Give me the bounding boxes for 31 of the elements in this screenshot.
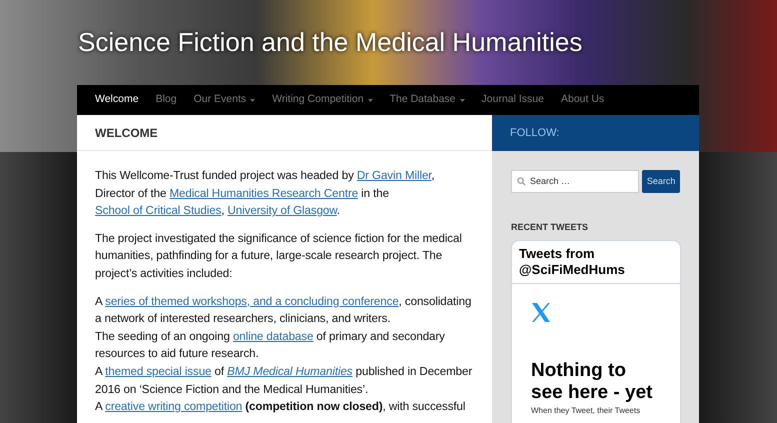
text-link[interactable]: series of themed workshops, and a concluding conference: [105, 294, 399, 308]
search-field[interactable]: Search …: [511, 170, 640, 193]
paragraph: A series of themed workshops, and a concluding conference, consolidating a network of interested researchers, clinicians, and writers. The seeding of an ongoing online database of primary and secondary resources to aid future research. A themed special issue of BMJ Medical Humanities published in December 2016 on ‘Science Fiction and the Medical Humanities’. A creative writing competition (competition now closed), with successful: [95, 294, 474, 416]
text-link[interactable]: School of Critical Studies: [95, 204, 222, 218]
text-link[interactable]: creative writing competition: [105, 400, 242, 414]
text-link[interactable]: Medical Humanities Research Centre: [169, 186, 358, 200]
nav-link[interactable]: Writing Competition: [272, 92, 373, 108]
nav-link[interactable]: The Database: [390, 92, 465, 108]
text-link[interactable]: themed special issue: [105, 364, 212, 378]
nav-link[interactable]: Blog: [156, 92, 177, 108]
paragraph: This Wellcome-Trust funded project was headed by Dr Gavin Miller, Director of the Medical Humanities Research Centre in the School of Critical Studies, University of Glasgow.: [95, 168, 436, 220]
widget-title: FOLLOW:: [510, 126, 560, 141]
page-title: WELCOME: [95, 124, 158, 142]
text-link[interactable]: BMJ Medical Humanities: [227, 364, 352, 378]
card-title: Tweets from @SciFiMedHums: [519, 246, 626, 278]
text-link[interactable]: University of Glasgow: [228, 204, 337, 218]
x-logo-icon: [531, 302, 551, 322]
site-title[interactable]: Science Fiction and the Medical Humanities: [78, 26, 582, 58]
nav-link[interactable]: About Us: [560, 92, 604, 108]
search-button[interactable]: Search: [642, 170, 680, 193]
paragraph: The project investigated the significance of science fiction for the medical humanities, pathfinding for a future, large-scale research project. The project’s activities included:: [95, 230, 463, 282]
text-link[interactable]: online database: [232, 330, 314, 343]
widget-heading: RECENT TWEETS: [510, 221, 590, 234]
nav-link[interactable]: Journal Issue: [482, 92, 544, 108]
search-input[interactable]: Search …: [530, 174, 630, 188]
empty-text: When they Tweet, their Tweets: [531, 404, 642, 416]
nav-link[interactable]: Our Events: [194, 92, 256, 108]
text-link[interactable]: Dr Gavin Miller: [356, 169, 432, 182]
empty-title: Nothing to see here - yet: [531, 360, 654, 404]
search-icon: [517, 177, 526, 186]
nav-link[interactable]: Welcome: [95, 92, 139, 108]
